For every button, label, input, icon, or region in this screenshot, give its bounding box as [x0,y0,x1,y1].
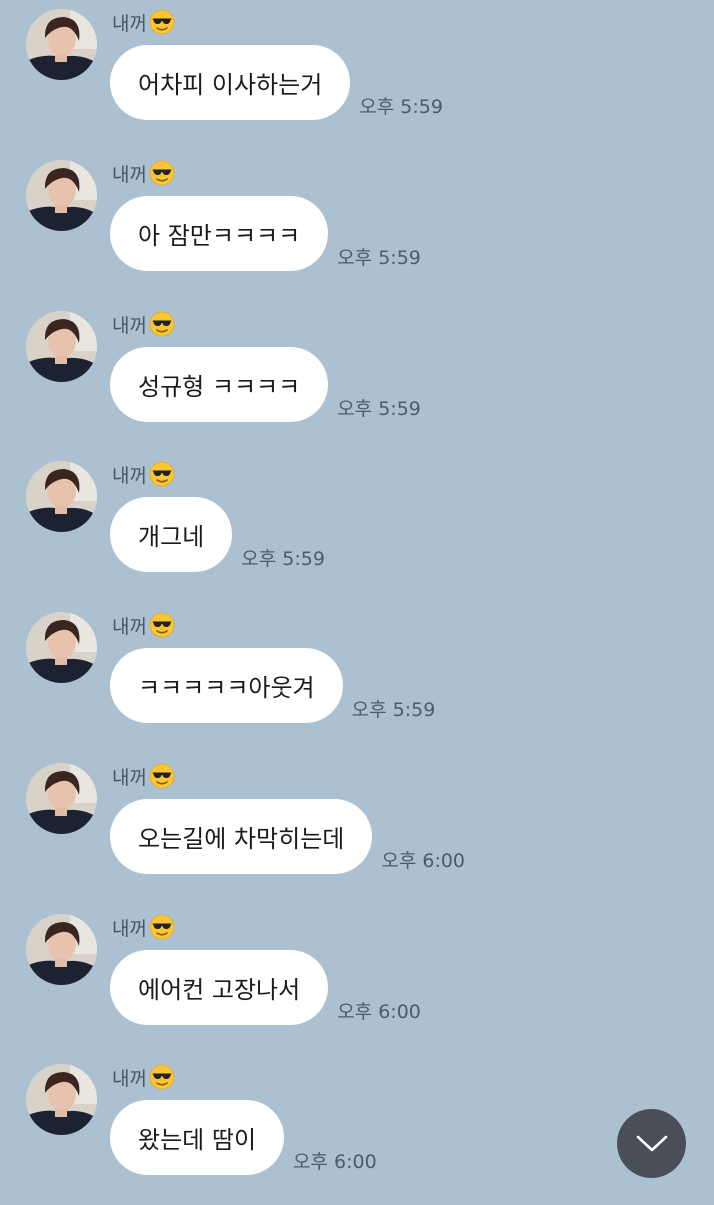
scroll-to-bottom-button[interactable] [617,1109,686,1178]
avatar[interactable] [26,461,97,532]
sender-name: 내꺼 [112,917,147,940]
sender-name-row: 내꺼 [112,914,175,940]
message-bubble[interactable]: 개그네 [110,497,233,572]
message-bubble[interactable]: 어차피 이사하는거 [110,45,351,120]
message-row: 개그네 오후 5:59 [110,497,325,572]
message-bubble[interactable]: 왔는데 땀이 [110,1100,285,1175]
sender-name-row: 내꺼 [112,9,175,35]
message-bubble[interactable]: 성규형 ㅋㅋㅋㅋ [110,347,329,422]
message-bubble[interactable]: 아 잠만ㅋㅋㅋㅋ [110,196,329,271]
message-item: 내꺼 아 잠만ㅋㅋㅋㅋ 오후 5:59 [0,151,714,301]
sender-name: 내꺼 [112,766,147,789]
message-time: 오후 6:00 [293,1151,377,1173]
message-item: 내꺼 ㅋㅋㅋㅋㅋ아웃겨 오후 5:59 [0,603,714,753]
message-time: 오후 5:59 [337,398,421,420]
sunglasses-emoji-icon [149,160,175,186]
message-item: 내꺼 어차피 이사하는거 오후 5:59 [0,0,714,150]
message-row: 아 잠만ㅋㅋㅋㅋ 오후 5:59 [110,196,421,271]
message-item: 내꺼 오는길에 차막히는데 오후 6:00 [0,754,714,904]
message-row: 에어컨 고장나서 오후 6:00 [110,950,421,1025]
message-bubble[interactable]: 오는길에 차막히는데 [110,799,373,874]
sender-name: 내꺼 [112,1067,147,1090]
sender-name-row: 내꺼 [112,763,175,789]
sunglasses-emoji-icon [149,1064,175,1090]
sender-name: 내꺼 [112,464,147,487]
avatar[interactable] [26,914,97,985]
sunglasses-emoji-icon [149,311,175,337]
message-time: 오후 5:59 [241,548,325,570]
message-bubble[interactable]: 에어컨 고장나서 [110,950,329,1025]
sender-name: 내꺼 [112,12,147,35]
sunglasses-emoji-icon [149,9,175,35]
message-time: 오후 5:59 [337,247,421,269]
message-row: 어차피 이사하는거 오후 5:59 [110,45,443,120]
sunglasses-emoji-icon [149,461,175,487]
message-time: 오후 5:59 [351,699,436,721]
message-item: 내꺼 에어컨 고장나서 오후 6:00 [0,905,714,1055]
sender-name-row: 내꺼 [112,612,175,638]
avatar[interactable] [26,763,97,834]
avatar[interactable] [26,311,97,382]
sender-name: 내꺼 [112,615,147,638]
message-item: 내꺼 개그네 오후 5:59 [0,452,714,602]
message-bubble[interactable]: ㅋㅋㅋㅋㅋ아웃겨 [110,648,343,723]
sender-name-row: 내꺼 [112,160,175,186]
sender-name: 내꺼 [112,163,147,186]
message-row: 왔는데 땀이 오후 6:00 [110,1100,377,1175]
chat-area[interactable]: 내꺼 어차피 이사하는거 오후 5:59 내꺼 아 잠만ㅋㅋㅋㅋ 오후 5:59… [0,0,714,1199]
message-item: 내꺼 왔는데 땀이 오후 6:00 [0,1055,714,1205]
avatar[interactable] [26,1064,97,1135]
sunglasses-emoji-icon [149,914,175,940]
message-time: 오후 5:59 [359,96,443,118]
message-item: 내꺼 성규형 ㅋㅋㅋㅋ 오후 5:59 [0,302,714,452]
sender-name-row: 내꺼 [112,1064,175,1090]
sunglasses-emoji-icon [149,763,175,789]
sender-name-row: 내꺼 [112,461,175,487]
sender-name-row: 내꺼 [112,311,175,337]
message-time: 오후 6:00 [337,1001,421,1023]
message-row: 오는길에 차막히는데 오후 6:00 [110,799,465,874]
avatar[interactable] [26,160,97,231]
sunglasses-emoji-icon [149,612,175,638]
message-row: 성규형 ㅋㅋㅋㅋ 오후 5:59 [110,347,421,422]
avatar[interactable] [26,9,97,80]
avatar[interactable] [26,612,97,683]
chevron-down-icon [636,1135,667,1151]
message-row: ㅋㅋㅋㅋㅋ아웃겨 오후 5:59 [110,648,435,723]
sender-name: 내꺼 [112,314,147,337]
message-time: 오후 6:00 [381,850,466,872]
